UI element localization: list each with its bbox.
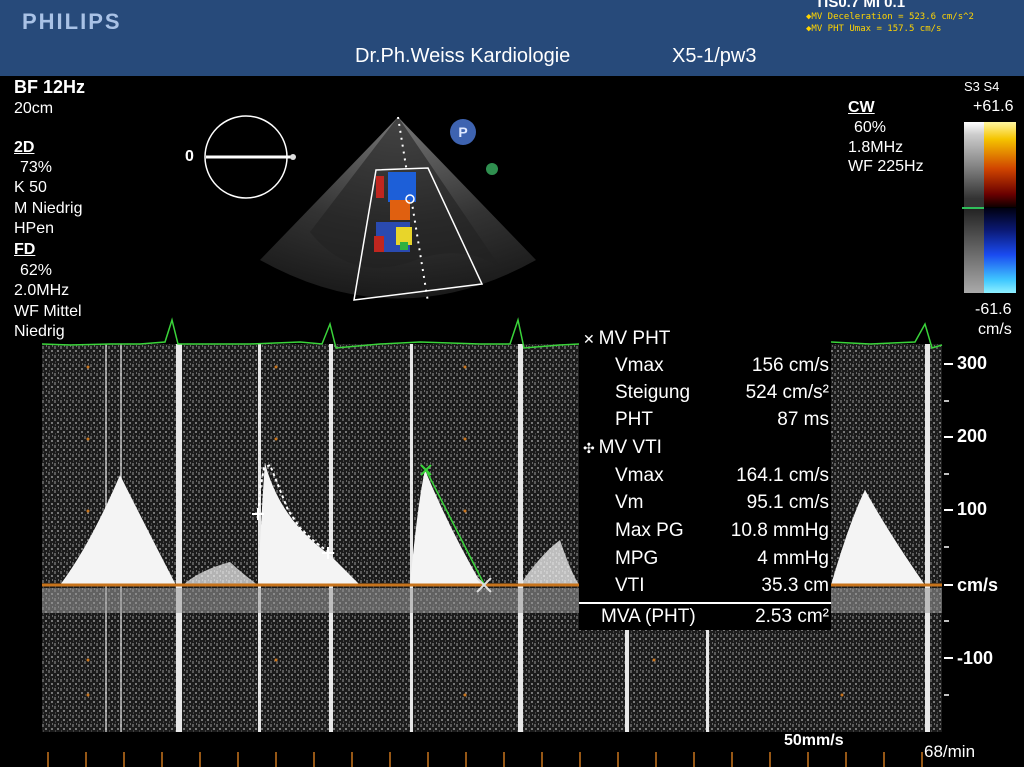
cw-mode-label: CW — [848, 99, 875, 116]
axis-label-100: 100 — [957, 499, 988, 519]
p-marker-icon: P — [450, 119, 476, 145]
pht-label: PHT — [615, 409, 653, 430]
vti-vmax-label: Vmax — [615, 465, 664, 486]
axis-label-300: 300 — [957, 353, 988, 373]
depth: 20cm — [14, 100, 54, 117]
heart-rate: 68/min — [924, 742, 976, 761]
probe-preset: X5-1/pw3 — [672, 45, 757, 67]
panel-divider — [579, 602, 831, 604]
mode-fd-label: FD — [14, 241, 36, 258]
angle-label: 0 — [185, 148, 194, 165]
mva-label: MVA (PHT) — [601, 606, 696, 627]
hpen-setting: HPen — [14, 220, 55, 237]
vti-mpg-label: MPG — [615, 548, 659, 569]
vti-label: VTI — [615, 575, 645, 596]
axis-label-200: 200 — [957, 426, 988, 446]
color-scale-max: +61.6 — [973, 98, 1014, 115]
tis-mi-readout: TIS0.7 MI 0.1 — [815, 0, 906, 11]
cw-gain: 60% — [854, 119, 887, 136]
mv-vti-header: ✣ MV VTI — [583, 437, 662, 458]
m-setting: M Niedrig — [14, 200, 83, 217]
axis-unit-label: cm/s — [957, 575, 999, 595]
gain-fd: 62% — [20, 262, 53, 279]
color-scale-title: S3 S4 — [964, 79, 1000, 94]
doppler-spectrum — [41, 317, 953, 767]
vti-mpg-value: 4 mmHg — [757, 548, 829, 569]
sweep-speed: 50mm/s — [784, 732, 844, 749]
frame-rate: BF 12Hz — [14, 77, 86, 97]
vti-vmax-value: 164.1 cm/s — [736, 465, 829, 486]
pht-slope-label: Steigung — [615, 382, 691, 403]
color-scale-positive — [984, 122, 1016, 207]
axis-label-neg100: -100 — [957, 648, 994, 668]
grayscale-bar — [964, 122, 984, 207]
cw-wall-filter: WF 225Hz — [848, 158, 924, 175]
vti-maxpg-label: Max PG — [615, 520, 684, 541]
color-scale-negative — [984, 208, 1016, 293]
header-measurement-2: ◆MV PHT Umax = 157.5 cm/s — [806, 24, 942, 34]
compression: K 50 — [14, 179, 47, 196]
brand-logo: PHILIPS — [22, 9, 122, 34]
echo-sector-image — [260, 116, 536, 303]
vti-maxpg-value: 10.8 mmHg — [730, 520, 829, 541]
gain-2d: 73% — [20, 159, 53, 176]
vti-value: 35.3 cm — [761, 575, 829, 596]
measurement-panel: ✕ MV PHT Vmax 156 cm/s Steigung 524 cm/s… — [579, 324, 831, 630]
green-marker-icon — [486, 163, 498, 175]
pht-vmax-label: Vmax — [615, 355, 664, 376]
header-measurement-1: ◆MV Deceleration = 523.6 cm/s^2 — [806, 12, 974, 22]
vti-vm-value: 95.1 cm/s — [746, 492, 829, 513]
mv-pht-header: ✕ MV PHT — [583, 328, 671, 349]
freq-fd: 2.0MHz — [14, 282, 70, 299]
pht-value: 87 ms — [777, 409, 829, 430]
institution-title: Dr.Ph.Weiss Kardiologie — [355, 45, 571, 67]
pht-vmax-value: 156 cm/s — [751, 355, 829, 376]
mode-2d-label: 2D — [14, 139, 35, 156]
cw-frequency: 1.8MHz — [848, 139, 904, 156]
vti-vm-label: Vm — [615, 492, 644, 513]
grayscale-bar-lower — [964, 208, 984, 293]
color-scale-baseline — [962, 207, 984, 209]
pht-slope-value: 524 cm/s² — [745, 382, 829, 403]
mva-value: 2.53 cm² — [755, 606, 829, 627]
